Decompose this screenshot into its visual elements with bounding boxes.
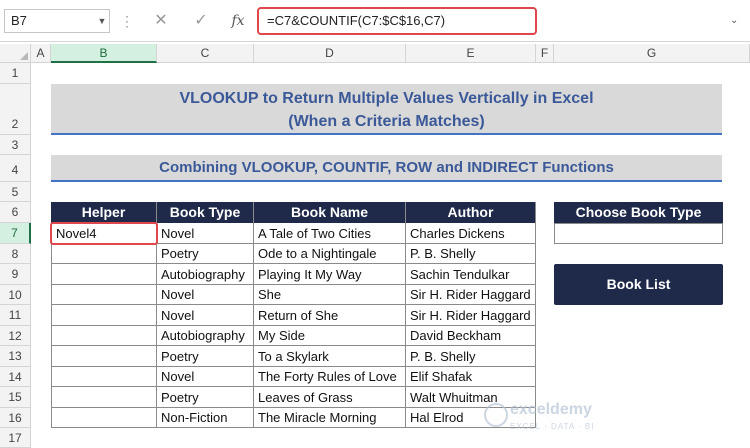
cell-book-type[interactable]: Novel: [157, 305, 254, 326]
table-header-author[interactable]: Author: [406, 202, 536, 223]
row-header-1[interactable]: 1: [0, 63, 31, 84]
row-header-7[interactable]: 7: [0, 223, 31, 244]
cell-helper[interactable]: [51, 408, 157, 428]
table-header-book-type[interactable]: Book Type: [157, 202, 254, 223]
cell-book-name[interactable]: Return of She: [254, 305, 406, 326]
cancel-icon[interactable]: ✕: [148, 9, 174, 33]
row-header-5[interactable]: 5: [0, 182, 31, 202]
cell-book-name[interactable]: She: [254, 285, 406, 305]
cell-helper[interactable]: [51, 387, 157, 408]
cell-book-name[interactable]: Playing It My Way: [254, 264, 406, 285]
table-header-helper[interactable]: Helper: [51, 202, 157, 223]
cell-helper[interactable]: [51, 346, 157, 367]
formula-input[interactable]: =C7&COUNTIF(C7:$C$16,C7): [257, 7, 537, 35]
cell-author[interactable]: David Beckham: [406, 326, 536, 346]
row-header-10[interactable]: 10: [0, 285, 31, 305]
column-header-c[interactable]: C: [157, 44, 254, 63]
logo-icon: [484, 403, 508, 427]
cell-helper[interactable]: [51, 244, 157, 264]
cell-helper[interactable]: [51, 285, 157, 305]
row-header-4[interactable]: 4: [0, 155, 31, 182]
title-line-2: (When a Criteria Matches): [288, 113, 485, 130]
cell-author[interactable]: Sachin Tendulkar: [406, 264, 536, 285]
column-header-f[interactable]: F: [536, 44, 554, 63]
cell-author[interactable]: P. B. Shelly: [406, 244, 536, 264]
watermark-name: exceldemy: [510, 401, 592, 418]
cell-author[interactable]: P. B. Shelly: [406, 346, 536, 367]
row-header-14[interactable]: 14: [0, 367, 31, 387]
row-header-3[interactable]: 3: [0, 135, 31, 155]
row-header-12[interactable]: 12: [0, 326, 31, 346]
column-header-d[interactable]: D: [254, 44, 406, 63]
cell-author[interactable]: Sir H. Rider Haggard: [406, 305, 536, 326]
choose-book-type-header[interactable]: Choose Book Type: [554, 202, 723, 223]
column-header-a[interactable]: A: [31, 44, 51, 63]
cell-book-name[interactable]: The Forty Rules of Love: [254, 367, 406, 387]
active-cell-highlight: [50, 222, 158, 245]
row-header-2[interactable]: 2: [0, 84, 31, 135]
cell-book-name[interactable]: To a Skylark: [254, 346, 406, 367]
expand-formula-bar-icon[interactable]: ⌄: [730, 10, 744, 32]
enter-icon[interactable]: ✓: [188, 9, 214, 33]
row-header-16[interactable]: 16: [0, 408, 31, 428]
row-header-6[interactable]: 6: [0, 202, 31, 223]
select-all-icon: [20, 52, 28, 60]
title-line-1: VLOOKUP to Return Multiple Values Vertic…: [179, 90, 594, 107]
cell-helper[interactable]: [51, 367, 157, 387]
row-header-11[interactable]: 11: [0, 305, 31, 326]
choose-book-type-input[interactable]: [554, 223, 723, 244]
row-header-13[interactable]: 13: [0, 346, 31, 367]
title-banner[interactable]: VLOOKUP to Return Multiple Values Vertic…: [51, 84, 722, 135]
row-header-15[interactable]: 15: [0, 387, 31, 408]
cell-helper[interactable]: [51, 264, 157, 285]
cell-book-type[interactable]: Poetry: [157, 387, 254, 408]
row-header-17[interactable]: 17: [0, 428, 31, 448]
row-header-9[interactable]: 9: [0, 264, 31, 285]
watermark-logo: exceldemy EXCEL · DATA · BI: [480, 401, 660, 441]
column-header-b[interactable]: B: [51, 44, 157, 63]
cell-book-type[interactable]: Non-Fiction: [157, 408, 254, 428]
column-header-e[interactable]: E: [406, 44, 536, 63]
cell-helper[interactable]: [51, 305, 157, 326]
cell-book-type[interactable]: Poetry: [157, 244, 254, 264]
drag-handle-icon[interactable]: ⋮: [120, 10, 134, 32]
chevron-down-icon[interactable]: ▼: [95, 9, 109, 33]
cell-book-type[interactable]: Autobiography: [157, 326, 254, 346]
cell-book-name[interactable]: Leaves of Grass: [254, 387, 406, 408]
cell-book-type[interactable]: Novel: [157, 285, 254, 305]
table-header-book-name[interactable]: Book Name: [254, 202, 406, 223]
cell-author[interactable]: Charles Dickens: [406, 223, 536, 244]
cell-book-type[interactable]: Poetry: [157, 346, 254, 367]
cell-book-type[interactable]: Autobiography: [157, 264, 254, 285]
cell-book-name[interactable]: The Miracle Morning: [254, 408, 406, 428]
cell-author[interactable]: Sir H. Rider Haggard: [406, 285, 536, 305]
cell-book-name[interactable]: Ode to a Nightingale: [254, 244, 406, 264]
book-list-button[interactable]: Book List: [554, 264, 723, 305]
cell-book-name[interactable]: A Tale of Two Cities: [254, 223, 406, 244]
cell-book-type[interactable]: Novel: [157, 367, 254, 387]
column-header-g[interactable]: G: [554, 44, 750, 63]
subtitle-banner[interactable]: Combining VLOOKUP, COUNTIF, ROW and INDI…: [51, 155, 722, 182]
cell-author[interactable]: Elif Shafak: [406, 367, 536, 387]
cell-book-type[interactable]: Novel: [157, 223, 254, 244]
cell-helper[interactable]: [51, 326, 157, 346]
watermark-tagline: EXCEL · DATA · BI: [510, 422, 595, 431]
cell-book-name[interactable]: My Side: [254, 326, 406, 346]
row-header-8[interactable]: 8: [0, 244, 31, 264]
insert-function-icon[interactable]: fx: [225, 9, 251, 33]
